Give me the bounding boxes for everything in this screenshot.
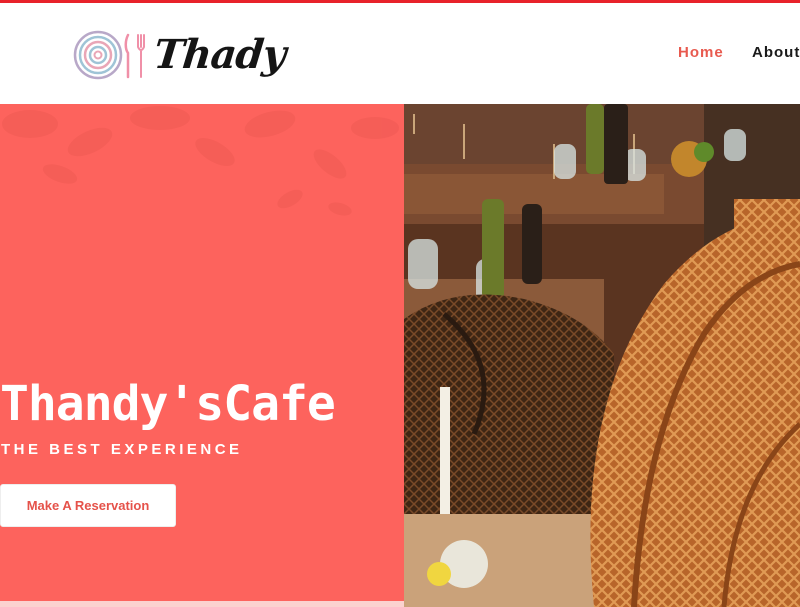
nav-item-about[interactable]: About bbox=[752, 44, 800, 61]
status-strip bbox=[0, 601, 404, 607]
floral-pattern-decoration bbox=[2, 106, 399, 216]
hero-subtitle: THE BEST EXPERIENCE bbox=[1, 441, 243, 458]
hero-section: Thandy'sCafe THE BEST EXPERIENCE Make A … bbox=[0, 104, 800, 607]
hero-image bbox=[404, 104, 800, 607]
hero-title: Thandy'sCafe bbox=[0, 376, 336, 432]
make-reservation-button[interactable]: Make A Reservation bbox=[0, 484, 176, 527]
nav-item-home[interactable]: Home bbox=[678, 44, 724, 61]
navbar: Thady Home About bbox=[0, 3, 800, 104]
hero-left-panel: Thandy'sCafe THE BEST EXPERIENCE Make A … bbox=[0, 104, 404, 607]
restaurant-interior-image bbox=[404, 104, 800, 607]
main-nav: Home About bbox=[0, 44, 800, 64]
